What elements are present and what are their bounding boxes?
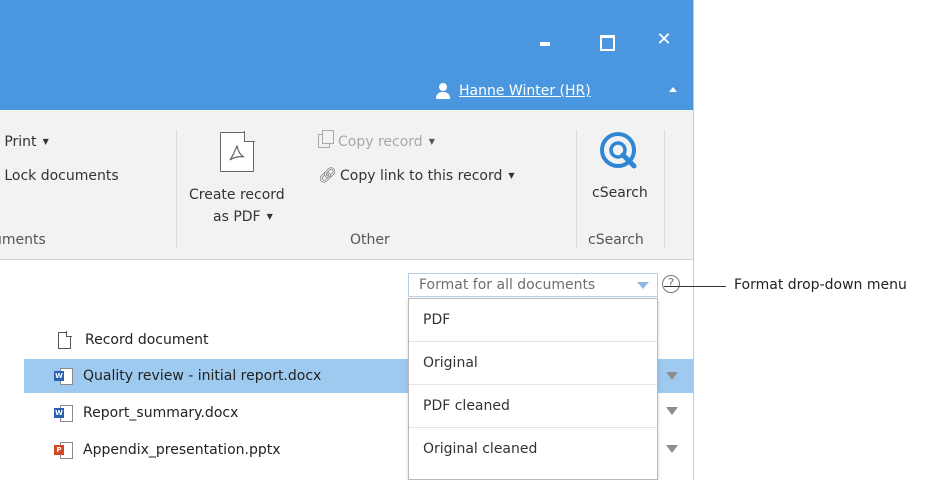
ribbon-separator — [176, 130, 177, 248]
user-name-link[interactable]: Hanne Winter (HR) — [459, 83, 591, 99]
document-name: Record document — [85, 332, 209, 348]
chevron-down-icon: ▼ — [508, 171, 515, 180]
document-list-area: Record document Quality review - initial… — [0, 261, 693, 480]
callout-line — [664, 286, 726, 287]
chevron-down-icon[interactable] — [666, 445, 678, 453]
document-row-selected[interactable]: Quality review - initial report.docx — [24, 359, 408, 393]
chevron-down-icon — [637, 282, 649, 289]
pdf-icon — [220, 131, 255, 172]
format-option-original-cleaned[interactable]: Original cleaned — [409, 428, 657, 471]
document-row[interactable]: Record document — [24, 323, 408, 357]
close-button[interactable]: ✕ — [644, 22, 684, 58]
format-option-original[interactable]: Original — [409, 342, 657, 385]
format-option-pdf-cleaned[interactable]: PDF cleaned — [409, 385, 657, 428]
copy-link-button[interactable]: 🔗︎ Copy link to this record ▼ — [318, 166, 515, 184]
copy-icon — [318, 130, 334, 148]
chevron-down-icon: ▼ — [42, 137, 49, 146]
link-icon: 🔗︎ — [318, 166, 338, 184]
document-row[interactable]: Report_summary.docx — [24, 396, 408, 430]
copy-record-label: Copy record — [338, 134, 423, 150]
copy-link-label: Copy link to this record — [340, 168, 503, 184]
document-name: Quality review - initial report.docx — [83, 368, 322, 384]
maximize-button[interactable] — [586, 22, 626, 58]
format-dropdown-label: Format for all documents — [419, 277, 596, 293]
create-pdf-label-line1: Create record — [189, 187, 285, 203]
print-label: Print — [4, 134, 37, 150]
document-row[interactable]: Appendix_presentation.pptx — [24, 433, 408, 467]
ribbon-separator — [576, 130, 577, 248]
chevron-up-icon[interactable] — [666, 84, 680, 96]
application-window: ✕ Hanne Winter (HR) ı Print▼ ı Lock docu… — [0, 0, 694, 480]
chevron-down-icon: ▼ — [428, 137, 435, 146]
csearch-label: cSearch — [592, 185, 648, 201]
user-account[interactable]: Hanne Winter (HR) — [436, 80, 591, 102]
user-icon — [436, 83, 450, 99]
title-bar: ✕ Hanne Winter (HR) — [0, 0, 693, 110]
print-button[interactable]: ı Print▼ — [0, 134, 49, 150]
word-icon — [54, 404, 73, 422]
callout-label: Format drop-down menu — [734, 277, 907, 293]
other-group-label: Other — [350, 232, 390, 248]
chevron-down-icon[interactable] — [666, 407, 678, 415]
document-name: Report_summary.docx — [83, 405, 239, 421]
word-icon — [54, 367, 73, 385]
ribbon: ı Print▼ ı Lock documents ıments Create … — [0, 110, 693, 260]
lock-documents-label: Lock documents — [4, 168, 119, 184]
help-icon[interactable]: ? — [662, 275, 680, 293]
powerpoint-icon — [54, 441, 73, 459]
create-pdf-label-line2-wrap: as PDF ▼ — [213, 209, 273, 225]
ribbon-separator — [664, 130, 665, 248]
document-name: Appendix_presentation.pptx — [83, 442, 281, 458]
acrobat-icon — [229, 145, 245, 161]
lock-documents-button[interactable]: ı Lock documents — [0, 168, 119, 184]
csearch-icon — [600, 132, 637, 169]
chevron-down-icon: ▼ — [266, 212, 273, 221]
minimize-button[interactable] — [526, 22, 566, 58]
format-option-pdf[interactable]: PDF — [409, 299, 657, 342]
create-pdf-label-line2: as PDF — [213, 209, 261, 225]
documents-group-label: ıments — [0, 232, 46, 248]
record-document-icon — [58, 330, 72, 349]
copy-record-button[interactable]: Copy record ▼ — [318, 130, 435, 150]
format-dropdown-menu: PDF Original PDF cleaned Original cleane… — [408, 298, 658, 480]
close-icon: ✕ — [656, 29, 672, 50]
format-all-documents-dropdown[interactable]: Format for all documents — [408, 273, 658, 297]
csearch-group-label: cSearch — [588, 232, 644, 248]
chevron-down-icon[interactable] — [666, 372, 678, 380]
